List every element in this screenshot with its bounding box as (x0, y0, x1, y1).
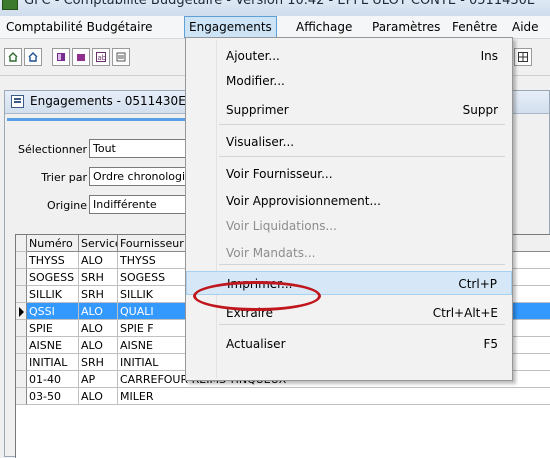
svg-text:ab: ab (98, 54, 107, 62)
menu-item-label: Actualiser (226, 337, 286, 351)
row-indicator[interactable] (16, 286, 27, 303)
origine-field[interactable]: Indifférente (89, 195, 189, 214)
menu-item-actualiser[interactable]: Actualiser F5 (186, 332, 512, 356)
current-row-arrow-icon (19, 307, 24, 317)
cell-numero: AISNE (27, 337, 79, 354)
cell-numero: QSSI (27, 303, 79, 320)
row-indicator[interactable] (16, 354, 27, 371)
window-icon (11, 95, 24, 108)
engagements-menu: Ajouter... Ins Modifier... Supprimer Suppr Vi… (185, 37, 513, 381)
menu-item-label: Ajouter... (226, 49, 280, 63)
selectionner-field[interactable]: Tout (89, 139, 189, 158)
cell-service: SRH (79, 354, 118, 371)
menu-item-voir-mandats: Voir Mandats... (186, 241, 512, 265)
menu-aide[interactable]: Aide (508, 16, 543, 38)
title-bar: GFC - Comptabilité Budgétaire - Version … (0, 0, 550, 16)
menu-item-shortcut: Suppr (462, 103, 498, 117)
cell-numero: 01-40 (27, 371, 79, 388)
row-indicator[interactable] (16, 320, 27, 337)
menu-separator (219, 264, 505, 265)
child-window-title: Engagements - 0511430E (30, 94, 186, 108)
cell-numero: THYSS (27, 252, 79, 269)
window-title: GFC - Comptabilité Budgétaire - Version … (24, 0, 536, 8)
menu-item-label: Voir Liquidations... (226, 219, 337, 233)
folder-icon[interactable] (72, 48, 90, 66)
grid-icon[interactable] (514, 48, 532, 66)
menu-comptabilite[interactable]: Comptabilité Budgétaire (2, 16, 157, 38)
menu-item-extraire[interactable]: Extraire Ctrl+Alt+E (186, 301, 512, 325)
cell-numero: 03-50 (27, 388, 79, 405)
menu-item-visualiser[interactable]: Visualiser... (186, 130, 512, 154)
menu-item-modifier[interactable]: Modifier... (186, 69, 512, 93)
cell-numero: SPIE (27, 320, 79, 337)
menu-item-imprimer[interactable]: Imprimer... Ctrl+P (186, 271, 512, 295)
row-indicator[interactable] (16, 303, 27, 320)
menu-item-label: Voir Approvisionnement... (226, 194, 381, 208)
menu-parametres[interactable]: Paramètres (368, 16, 444, 38)
cell-numero: INITIAL (27, 354, 79, 371)
cell-service: SRH (79, 269, 118, 286)
cell-numero: SILLIK (27, 286, 79, 303)
row-indicator[interactable] (16, 252, 27, 269)
home-icon[interactable] (4, 48, 22, 66)
menu-item-label: Modifier... (226, 74, 285, 88)
menu-item-supprimer[interactable]: Supprimer Suppr (186, 98, 512, 122)
menu-item-shortcut: Ctrl+P (458, 277, 497, 291)
menu-bar: Comptabilité Budgétaire Engagements Affi… (0, 16, 550, 39)
cell-service: ALO (79, 303, 118, 320)
menu-item-label: Supprimer (226, 103, 289, 117)
menu-item-label: Extraire (226, 306, 274, 320)
cell-service: AP (79, 371, 118, 388)
row-indicator[interactable] (16, 337, 27, 354)
menu-item-voir-approvisionnement[interactable]: Voir Approvisionnement... (186, 189, 512, 213)
menu-affichage[interactable]: Affichage (292, 16, 356, 38)
cell-service: ALO (79, 252, 118, 269)
trier-par-label: Trier par (41, 171, 87, 184)
menu-item-ajouter[interactable]: Ajouter... Ins (186, 44, 512, 68)
selectionner-label: Sélectionner (18, 143, 87, 156)
menu-fenetre[interactable]: Fenêtre (448, 16, 501, 38)
document-icon[interactable] (112, 48, 130, 66)
trier-par-field[interactable]: Ordre chronologique (89, 167, 189, 186)
menu-item-label: Visualiser... (226, 135, 295, 149)
row-indicator[interactable] (16, 388, 27, 405)
row-indicator[interactable] (16, 371, 27, 388)
table-row[interactable]: 03-50 ALO MILER (16, 388, 550, 405)
menu-separator (219, 124, 505, 125)
app-icon (2, 0, 18, 10)
book-icon[interactable] (52, 48, 70, 66)
menu-separator (219, 156, 505, 157)
menu-item-shortcut: Ins (480, 49, 498, 63)
row-indicator-header (16, 235, 27, 252)
cell-fournisseur: MILER (118, 388, 550, 405)
cell-numero: SOGESS (27, 269, 79, 286)
cell-service: ALO (79, 320, 118, 337)
menu-item-voir-fournisseur[interactable]: Voir Fournisseur... (186, 162, 512, 186)
home-alt-icon[interactable] (24, 48, 42, 66)
menu-item-label: Voir Mandats... (226, 246, 316, 260)
menu-separator (219, 324, 505, 325)
row-indicator[interactable] (16, 269, 27, 286)
menu-item-voir-liquidations: Voir Liquidations... (186, 214, 512, 238)
col-service-header[interactable]: Service (79, 235, 118, 252)
menu-item-label: Voir Fournisseur... (226, 167, 333, 181)
text-icon[interactable]: ab (92, 48, 110, 66)
menu-engagements[interactable]: Engagements (184, 16, 277, 38)
origine-label: Origine (46, 199, 87, 212)
cell-service: SRH (79, 286, 118, 303)
menu-item-label: Imprimer... (227, 277, 293, 291)
menu-item-shortcut: Ctrl+Alt+E (432, 306, 498, 320)
cell-service: ALO (79, 337, 118, 354)
cell-service: ALO (79, 388, 118, 405)
col-numero-header[interactable]: Numéro (27, 235, 79, 252)
menu-item-shortcut: F5 (483, 337, 498, 351)
